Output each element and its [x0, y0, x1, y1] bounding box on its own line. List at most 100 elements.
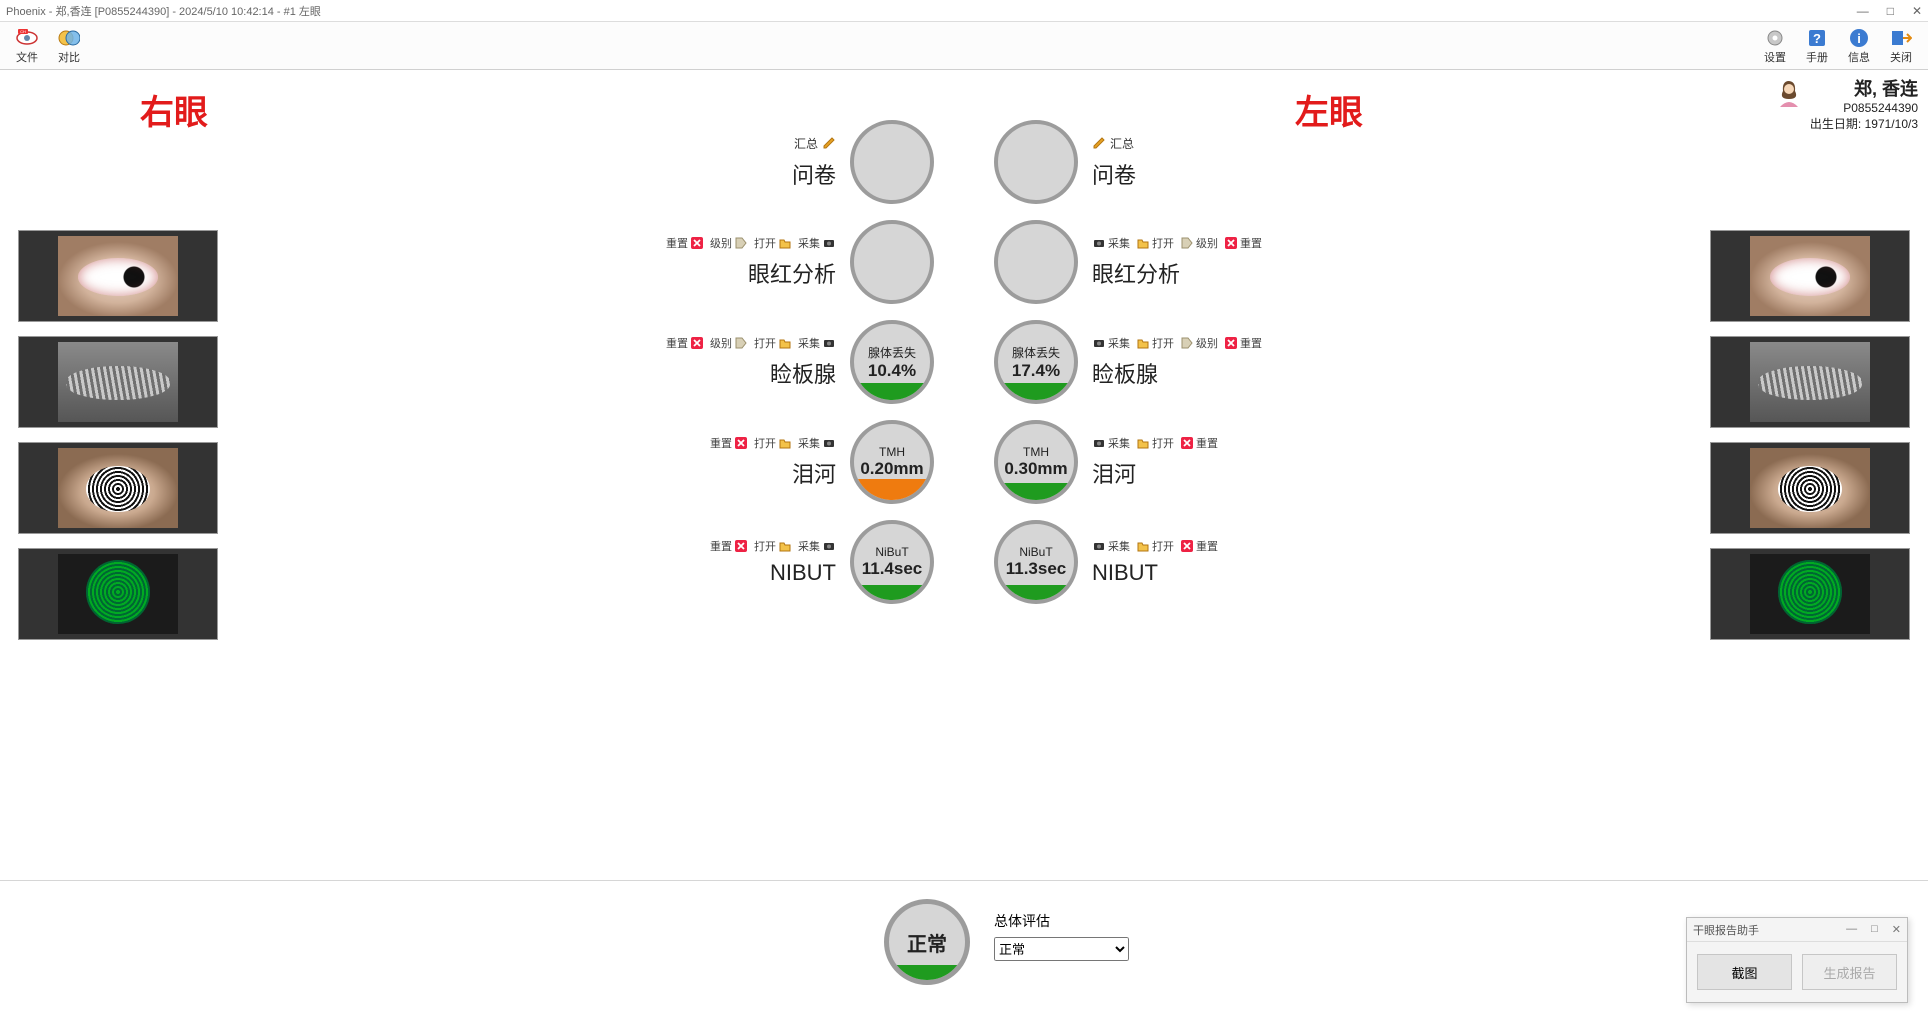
- pencil-icon[interactable]: [822, 136, 836, 150]
- thumb-redness-right[interactable]: [18, 230, 218, 322]
- x-icon: [690, 236, 704, 250]
- medal-value: 10.4%: [868, 361, 916, 381]
- open-button[interactable]: 打开: [754, 435, 792, 451]
- thumb-nibut-right[interactable]: [18, 548, 218, 640]
- actions-meibomian-right: 重置 级别 打开 采集: [666, 335, 836, 351]
- medal-tearriver-right[interactable]: TMH 0.20mm: [850, 420, 934, 504]
- window-close-icon[interactable]: ✕: [1912, 4, 1922, 18]
- open-button[interactable]: 打开: [754, 335, 792, 351]
- folder-icon: [778, 436, 792, 450]
- window-min-icon[interactable]: —: [1857, 4, 1869, 18]
- thumb-redness-left[interactable]: [1710, 230, 1910, 322]
- workspace: 右眼 左眼 郑, 香连 P0855244390 出生日期: 1971/10/3 …: [0, 70, 1928, 880]
- x-icon: [690, 336, 704, 350]
- test-name: NIBUT: [1092, 560, 1158, 586]
- folder-icon: [1136, 236, 1150, 250]
- thumb-tearriver-right[interactable]: [18, 442, 218, 534]
- compare-button[interactable]: 对比: [48, 24, 90, 68]
- tag-icon: [1180, 236, 1194, 250]
- open-button[interactable]: 打开: [1136, 335, 1174, 351]
- medal-value: 0.30mm: [1004, 459, 1067, 479]
- medal-meibomian-right[interactable]: 腺体丢失 10.4%: [850, 320, 934, 404]
- capture-button[interactable]: 采集: [1092, 335, 1130, 351]
- reset-button[interactable]: 重置: [666, 335, 704, 351]
- capture-button[interactable]: 采集: [1092, 538, 1130, 554]
- window-max-icon[interactable]: □: [1887, 4, 1894, 18]
- grade-button[interactable]: 级别: [710, 235, 748, 251]
- capture-button[interactable]: 采集: [798, 335, 836, 351]
- capture-button[interactable]: 采集: [798, 538, 836, 554]
- screenshot-button[interactable]: 截图: [1697, 954, 1792, 990]
- compare-label: 对比: [58, 49, 80, 65]
- capture-button[interactable]: 采集: [798, 235, 836, 251]
- x-icon: [1180, 539, 1194, 553]
- capture-button[interactable]: 采集: [1092, 435, 1130, 451]
- grade-button[interactable]: 级别: [710, 335, 748, 351]
- x-icon: [1224, 236, 1238, 250]
- folder-icon: [778, 236, 792, 250]
- exit-icon: [1889, 27, 1913, 49]
- test-name: 泪河: [1092, 457, 1136, 489]
- close-label: 关闭: [1890, 49, 1912, 65]
- capture-button[interactable]: 采集: [798, 435, 836, 451]
- folder-icon: [778, 336, 792, 350]
- thumb-meibomian-left[interactable]: [1710, 336, 1910, 428]
- open-button[interactable]: 打开: [754, 235, 792, 251]
- folder-icon: [1136, 336, 1150, 350]
- camera-icon: [822, 336, 836, 350]
- helper-close-icon[interactable]: ✕: [1892, 923, 1901, 936]
- reset-button[interactable]: 重置: [1180, 435, 1218, 451]
- camera-icon: [822, 236, 836, 250]
- reset-button[interactable]: 重置: [710, 538, 748, 554]
- camera-icon: [822, 539, 836, 553]
- medal-caption: 腺体丢失: [868, 344, 916, 361]
- generate-report-button[interactable]: 生成报告: [1802, 954, 1897, 990]
- camera-icon: [1092, 539, 1106, 553]
- medal-nibut-left[interactable]: NiBuT 11.3sec: [994, 520, 1078, 604]
- pencil-icon[interactable]: [1092, 136, 1106, 150]
- capture-button[interactable]: 采集: [1092, 235, 1130, 251]
- reset-button[interactable]: 重置: [666, 235, 704, 251]
- row-nibut: 重置 打开 采集 NIBUT NiBuT 11.4sec NiBuT 11.3s…: [430, 520, 1498, 604]
- test-name: NIBUT: [770, 560, 836, 586]
- overall-select[interactable]: 正常: [994, 937, 1129, 961]
- left-thumbnails: [1710, 230, 1910, 640]
- row-redness: 重置 级别 打开 采集 眼红分析 采集 打开 级别 重置: [430, 220, 1498, 304]
- grade-button[interactable]: 级别: [1180, 335, 1218, 351]
- actions-meibomian-left: 采集 打开 级别 重置: [1092, 335, 1262, 351]
- open-button[interactable]: 打开: [1136, 435, 1174, 451]
- folder-icon: [1136, 539, 1150, 553]
- patient-info: 郑, 香连 P0855244390 出生日期: 1971/10/3: [1810, 75, 1918, 132]
- medal-meibomian-left[interactable]: 腺体丢失 17.4%: [994, 320, 1078, 404]
- medal-caption: TMH: [1023, 445, 1049, 459]
- close-button[interactable]: 关闭: [1880, 24, 1922, 68]
- open-button[interactable]: 打开: [1136, 538, 1174, 554]
- helper-max-icon[interactable]: □: [1871, 923, 1878, 936]
- open-button[interactable]: 打开: [754, 538, 792, 554]
- helper-min-icon[interactable]: —: [1846, 923, 1857, 936]
- reset-button[interactable]: 重置: [710, 435, 748, 451]
- info-icon: i: [1847, 27, 1871, 49]
- thumb-nibut-left[interactable]: [1710, 548, 1910, 640]
- thumb-meibomian-right[interactable]: [18, 336, 218, 428]
- toolbar: CH 文件 对比 设置 ? 手册 i 信息: [0, 22, 1928, 70]
- test-name: 泪河: [792, 457, 836, 489]
- reset-button[interactable]: 重置: [1224, 335, 1262, 351]
- overall-medal[interactable]: 正常: [884, 899, 970, 985]
- medal-tearriver-left[interactable]: TMH 0.30mm: [994, 420, 1078, 504]
- medal-redness-left[interactable]: [994, 220, 1078, 304]
- medal-questionnaire-right[interactable]: [850, 120, 934, 204]
- settings-button[interactable]: 设置: [1754, 24, 1796, 68]
- medal-nibut-right[interactable]: NiBuT 11.4sec: [850, 520, 934, 604]
- grade-button[interactable]: 级别: [1180, 235, 1218, 251]
- open-button[interactable]: 打开: [1136, 235, 1174, 251]
- manual-button[interactable]: ? 手册: [1796, 24, 1838, 68]
- reset-button[interactable]: 重置: [1224, 235, 1262, 251]
- medal-questionnaire-left[interactable]: [994, 120, 1078, 204]
- reset-button[interactable]: 重置: [1180, 538, 1218, 554]
- file-button[interactable]: CH 文件: [6, 24, 48, 68]
- thumb-tearriver-left[interactable]: [1710, 442, 1910, 534]
- medal-redness-right[interactable]: [850, 220, 934, 304]
- info-button[interactable]: i 信息: [1838, 24, 1880, 68]
- svg-text:?: ?: [1813, 31, 1821, 46]
